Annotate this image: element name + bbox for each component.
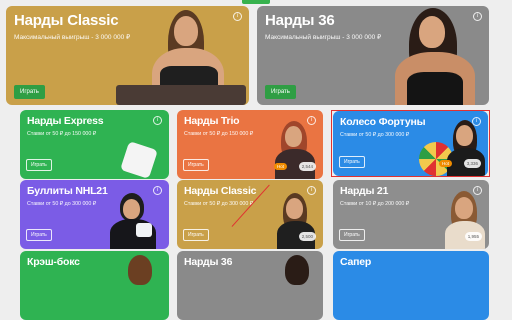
card-subtitle: Ставки от 50 ₽ до 150 000 ₽ [27,131,97,137]
card-title: Нарды 36 [184,256,233,268]
card-title: Нарды 36 [265,12,335,29]
card-title: Нарды Classic [14,12,119,29]
card-subtitle: Максимальный выигрыш - 3 000 000 ₽ [14,34,131,41]
play-button[interactable]: Играть [14,85,45,99]
info-icon[interactable]: i [233,12,242,21]
hostess-image [116,251,162,285]
card-saper[interactable]: Сапер [333,251,489,320]
players-count: 1,955 [464,232,482,241]
card-title: Буллиты NHL21 [27,185,108,197]
card-subtitle: Ставки от 50 ₽ до 300 000 ₽ [340,132,410,138]
play-button[interactable]: Играть [183,159,209,171]
card-title: Крэш-бокс [27,256,80,268]
hot-badge: Hot [438,160,452,167]
play-button[interactable]: Играть [183,229,209,241]
info-icon[interactable]: i [473,186,482,195]
card-subtitle: Ставки от 50 ₽ до 300 000 ₽ [184,201,254,207]
info-icon[interactable]: i [473,12,482,21]
card-subtitle: Ставки от 10 ₽ до 200 000 ₽ [340,201,410,207]
hostess-image [443,118,487,176]
info-icon[interactable]: i [307,186,316,195]
card-nardy-21[interactable]: Нарды 21 Ставки от 10 ₽ до 200 000 ₽ i И… [333,180,489,249]
top-indicator [242,0,270,4]
card-title: Нарды 21 [340,185,389,197]
backgammon-board-image [116,79,246,105]
card-koleso-fortuny[interactable]: Колесо Фортуны Ставки от 50 ₽ до 300 000… [333,111,488,176]
card-title: Нарды Classic [184,185,257,197]
card-nardy-classic[interactable]: Нарды Classic Максимальный выигрыш - 3 0… [6,6,249,105]
card-bullity-nhl21[interactable]: Буллиты NHL21 Ставки от 50 ₽ до 300 000 … [20,180,169,249]
info-icon[interactable]: i [153,116,162,125]
info-icon[interactable]: i [472,117,481,126]
players-count: 2,500 [298,232,316,241]
info-icon[interactable]: i [307,116,316,125]
card-subtitle: Ставки от 50 ₽ до 150 000 ₽ [184,131,254,137]
card-subtitle: Максимальный выигрыш - 3 000 000 ₽ [265,34,382,41]
card-nardy-trio[interactable]: Нарды Trio Ставки от 50 ₽ до 150 000 ₽ i… [177,110,323,179]
card-kresh-boks[interactable]: Крэш-бокс [20,251,169,320]
hostess-image [273,251,319,285]
hockey-player-image [106,189,158,249]
info-icon[interactable]: i [153,186,162,195]
card-title: Сапер [340,256,372,268]
card-nardy-express[interactable]: Нарды Express Ставки от 50 ₽ до 150 000 … [20,110,169,179]
play-button[interactable]: Играть [26,229,52,241]
hostess-image [385,6,489,105]
play-button[interactable]: Играть [26,159,52,171]
card-nardy-36[interactable]: Нарды 36 Максимальный выигрыш - 3 000 00… [257,6,489,105]
play-button[interactable]: Играть [265,85,296,99]
hot-badge: Hot [273,163,287,170]
play-button[interactable]: Играть [339,156,365,168]
dice-image [116,131,168,179]
card-subtitle: Ставки от 50 ₽ до 300 000 ₽ [27,201,97,207]
players-count: 2,544 [298,162,316,171]
card-title: Нарды Trio [184,115,240,127]
card-nardy-36-small[interactable]: Нарды 36 [177,251,323,320]
card-title: Нарды Express [27,115,104,127]
play-button[interactable]: Играть [339,229,365,241]
players-count: 3,336 [463,159,481,168]
card-title: Колесо Фортуны [340,116,426,128]
card-nardy-classic-small[interactable]: Нарды Classic Ставки от 50 ₽ до 300 000 … [177,180,323,249]
